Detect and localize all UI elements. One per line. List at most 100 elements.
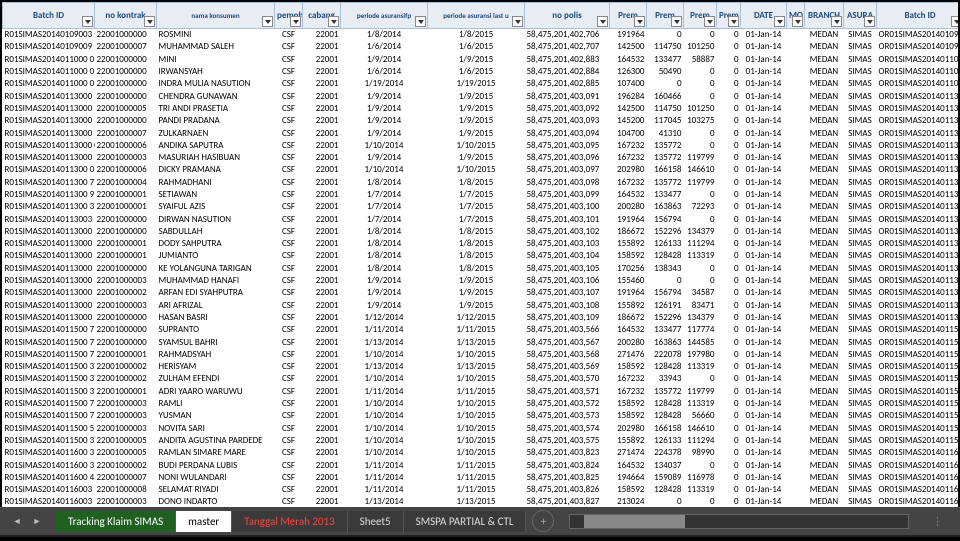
cell[interactable]: 152296 (647, 225, 684, 237)
cell[interactable]: 98990 (684, 447, 717, 459)
table-row[interactable]: R01SIMAS2014011500 722001000000SUPRANTOC… (3, 324, 959, 336)
table-row[interactable]: R01SIMAS2014011300022001000003MUHAMMAD H… (3, 274, 959, 286)
cell[interactable]: ARFAN EDI SYAHPUTRA (157, 287, 275, 299)
cell[interactable]: SABDULLAH (157, 225, 275, 237)
cell[interactable]: 22001 (303, 90, 341, 102)
cell[interactable]: R01SIMAS20140113003 (3, 213, 95, 225)
column-header[interactable]: Batch ID (877, 3, 959, 29)
cell[interactable]: OR01SIMAS20140116003 (877, 471, 959, 483)
sheet-options-icon[interactable]: ⋮ (924, 515, 952, 528)
cell[interactable]: SYAIFUL AZIS (157, 201, 275, 213)
cell[interactable]: 128428 (647, 483, 684, 495)
cell[interactable]: 1/13/2014 (341, 336, 428, 348)
cell[interactable]: RAHMADHANI (157, 176, 275, 188)
cell[interactable]: 22001000002 (95, 361, 157, 373)
table-row[interactable]: R01SIMAS2014011500 522001000003NOVITA SA… (3, 422, 959, 434)
column-header[interactable]: cabang (303, 3, 341, 29)
cell[interactable]: 0 (717, 139, 741, 151)
cell[interactable]: SIMAS (844, 151, 877, 163)
cell[interactable]: SETIAWAN (157, 188, 275, 200)
cell[interactable]: MEDAN (805, 422, 844, 434)
cell[interactable]: R01SIMAS2014011300 7 (3, 176, 95, 188)
cell[interactable]: 58,475,201,403,574 (525, 422, 610, 434)
cell[interactable]: 1/8/2015 (428, 29, 525, 41)
cell[interactable]: 0 (717, 373, 741, 385)
cell[interactable]: MEDAN (805, 471, 844, 483)
cell[interactable] (787, 324, 805, 336)
cell[interactable]: R01SIMAS2014011600 3 (3, 447, 95, 459)
cell[interactable]: MEDAN (805, 188, 844, 200)
cell[interactable]: 167232 (610, 139, 647, 151)
filter-dropdown-icon[interactable] (951, 16, 958, 27)
cell[interactable]: 1/8/2015 (428, 262, 525, 274)
column-header[interactable]: no kontrak (95, 3, 157, 29)
cell[interactable]: DONO INDARTO (157, 496, 275, 507)
cell[interactable]: MEDAN (805, 176, 844, 188)
cell[interactable]: 0 (717, 422, 741, 434)
cell[interactable]: CSF (275, 274, 303, 286)
cell[interactable] (787, 361, 805, 373)
cell[interactable]: MEDAN (805, 262, 844, 274)
cell[interactable]: OR01SIMAS20140115003 (877, 348, 959, 360)
cell[interactable]: 0 (717, 250, 741, 262)
cell[interactable]: R01SIMAS2014011500 7 (3, 397, 95, 409)
cell[interactable]: 22001 (303, 213, 341, 225)
cell[interactable]: 01-Jan-14 (741, 188, 787, 200)
cell[interactable]: 133477 (647, 188, 684, 200)
cell[interactable]: 0 (717, 201, 741, 213)
cell[interactable]: SIMAS (844, 348, 877, 360)
cell[interactable]: 56660 (684, 410, 717, 422)
cell[interactable]: R01SIMAS2014011000 0 (3, 53, 95, 65)
cell[interactable]: 01-Jan-14 (741, 139, 787, 151)
cell[interactable]: MEDAN (805, 385, 844, 397)
cell[interactable]: 1/11/2014 (341, 459, 428, 471)
new-sheet-button[interactable]: + (532, 510, 554, 532)
cell[interactable]: 1/6/2015 (428, 41, 525, 53)
cell[interactable]: RAMLI (157, 397, 275, 409)
cell[interactable]: 0 (717, 164, 741, 176)
cell[interactable] (787, 434, 805, 446)
cell[interactable]: 134037 (647, 459, 684, 471)
cell[interactable]: 111294 (684, 434, 717, 446)
cell[interactable]: SIMAS (844, 115, 877, 127)
cell[interactable]: 58,475,201,402,707 (525, 41, 610, 53)
cell[interactable]: 1/9/2014 (341, 151, 428, 163)
cell[interactable]: 22001000003 (95, 151, 157, 163)
cell[interactable]: 1/9/2015 (428, 287, 525, 299)
cell[interactable]: R01SIMAS20140113000 (3, 250, 95, 262)
cell[interactable]: 197980 (684, 348, 717, 360)
cell[interactable]: SIMAS (844, 102, 877, 114)
cell[interactable]: 0 (717, 238, 741, 250)
cell[interactable]: MEDAN (805, 90, 844, 102)
cell[interactable]: SELAMAT RIYADI (157, 483, 275, 495)
cell[interactable]: SIMAS (844, 422, 877, 434)
cell[interactable]: 01-Jan-14 (741, 311, 787, 323)
cell[interactable]: ARI AFRIZAL (157, 299, 275, 311)
cell[interactable]: 58,475,201,403,826 (525, 483, 610, 495)
cell[interactable]: OR01SIMAS20140110003 (877, 53, 959, 65)
cell[interactable]: MEDAN (805, 250, 844, 262)
cell[interactable]: 0 (717, 41, 741, 53)
cell[interactable]: 1/8/2014 (341, 250, 428, 262)
cell[interactable]: 1/10/2014 (341, 348, 428, 360)
cell[interactable]: MEDAN (805, 225, 844, 237)
table-row[interactable]: R01SIMAS2014011300 922001000001SETIAWANC… (3, 188, 959, 200)
cell[interactable]: 158592 (610, 250, 647, 262)
cell[interactable]: 22001000003 (95, 422, 157, 434)
table-row[interactable]: R01SIMAS2014011500 722001000003YUSMANCSF… (3, 410, 959, 422)
cell[interactable]: OR01SIMAS20140113003 (877, 250, 959, 262)
sheet-tab-tanggal[interactable]: Tanggal Merah 2013 (232, 511, 347, 532)
cell[interactable]: 22001 (303, 262, 341, 274)
cell[interactable]: 58,475,201,403,102 (525, 225, 610, 237)
table-row[interactable]: R01SIMAS2014011500 3722001000002HERISYAM… (3, 361, 959, 373)
cell[interactable]: CSF (275, 102, 303, 114)
cell[interactable]: 0 (717, 459, 741, 471)
filter-dropdown-icon[interactable] (144, 16, 155, 27)
cell[interactable]: 58,475,201,403,573 (525, 410, 610, 422)
cell[interactable]: 186672 (610, 225, 647, 237)
cell[interactable]: 1/10/2015 (428, 397, 525, 409)
cell[interactable]: 58887 (684, 53, 717, 65)
cell[interactable] (787, 115, 805, 127)
cell[interactable]: 22001000006 (95, 164, 157, 176)
data-grid[interactable]: Batch IDno kontraknama konsumenpemohonca… (2, 2, 958, 507)
